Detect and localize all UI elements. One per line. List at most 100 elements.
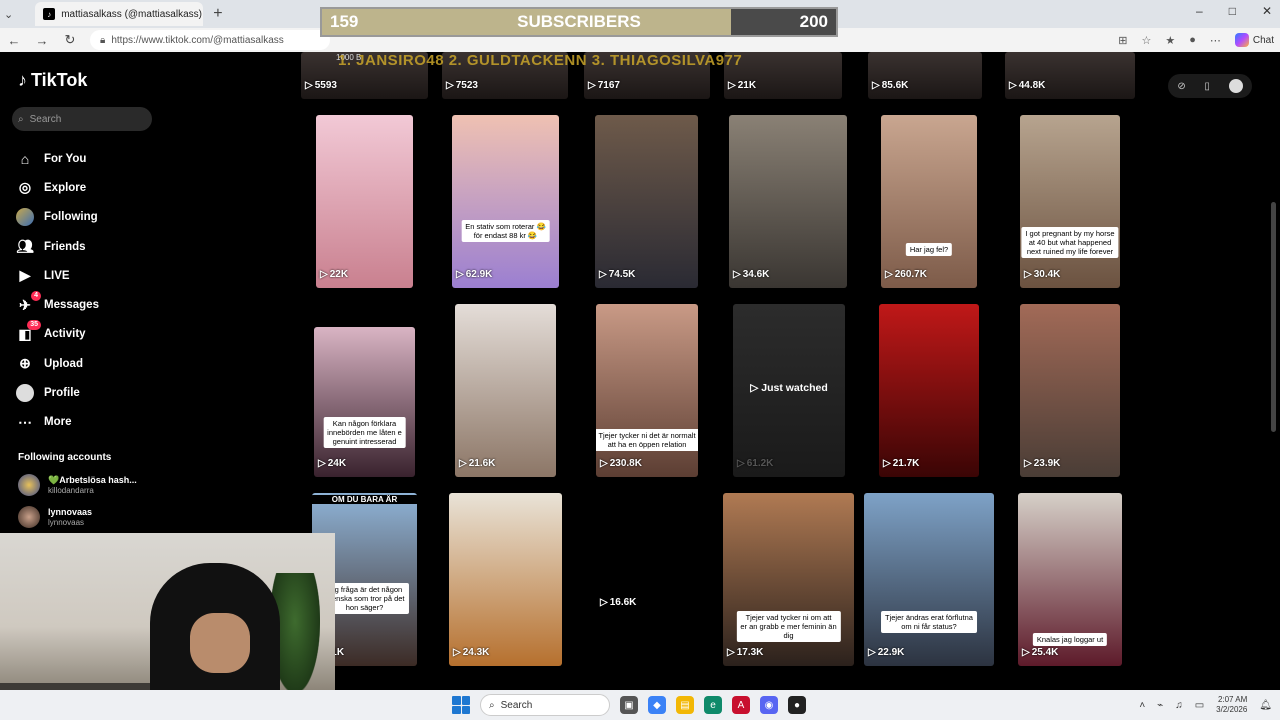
- minimize-button[interactable]: –: [1196, 4, 1203, 18]
- subscriber-goal-target: 200: [799, 12, 828, 31]
- discord-icon[interactable]: ◉: [760, 696, 778, 714]
- volume-icon[interactable]: ♫: [1175, 700, 1183, 711]
- window-controls: – □ ✕: [1196, 4, 1272, 18]
- video-thumbnail[interactable]: ▷ Just watched ▷ 61.2K: [733, 304, 845, 477]
- sidebar-item-following[interactable]: Following: [16, 203, 276, 232]
- video-thumbnail[interactable]: ▷ 16.6K: [596, 524, 699, 608]
- app-available-icon[interactable]: ⊞: [1118, 34, 1127, 47]
- sidebar-item-for-you[interactable]: ⌂ For You: [16, 144, 276, 173]
- sidebar-item-explore[interactable]: ◎ Explore: [16, 173, 276, 202]
- obs-icon[interactable]: ●: [788, 696, 806, 714]
- sidebar-item-label: Messages: [44, 299, 99, 312]
- favorites-icon[interactable]: ★: [1165, 34, 1175, 47]
- activity-icon: ◧ 35: [16, 320, 41, 343]
- file-explorer-icon[interactable]: ▤: [676, 696, 694, 714]
- video-thumbnail[interactable]: Tjejer tycker ni det är normalt att ha e…: [596, 304, 698, 477]
- battery-icon[interactable]: ▭: [1195, 700, 1204, 711]
- play-icon: ▷: [885, 269, 893, 280]
- video-thumbnail[interactable]: ▷ 44.8K: [1005, 52, 1135, 99]
- taskbar-search[interactable]: ⌕ Search: [480, 694, 610, 716]
- view-count: ▷ 23.9K: [1024, 458, 1060, 469]
- search-input[interactable]: ⌕ Search: [12, 107, 152, 131]
- back-button[interactable]: ←: [6, 33, 22, 48]
- video-thumbnail[interactable]: Har jag fel? ▷ 260.7K: [881, 115, 977, 288]
- maximize-button[interactable]: □: [1229, 4, 1236, 18]
- tray-chevron-icon[interactable]: ˄: [1139, 700, 1145, 711]
- following-avatar-icon: [16, 208, 34, 227]
- url-text: https://www.tiktok.com/@mattiasalkass: [111, 34, 284, 46]
- profile-avatar-icon: [16, 384, 34, 403]
- video-thumbnail[interactable]: ▷ 74.5K: [595, 115, 698, 288]
- edge-icon[interactable]: e: [704, 696, 722, 714]
- sidebar-item-label: Friends: [44, 240, 86, 253]
- sidebar-item-label: Activity: [44, 328, 86, 341]
- windows-taskbar: ⌕ Search ▣ ◆ ▤ e A ◉ ● ˄ ⌁ ♫ ▭ 2:07 AM 3…: [0, 690, 1280, 720]
- play-icon: ▷: [737, 458, 745, 469]
- video-thumbnail[interactable]: En stativ som roterar 😂 för endast 88 kr…: [452, 115, 559, 288]
- reload-button[interactable]: ↻: [62, 32, 78, 48]
- device-icon[interactable]: ▯: [1204, 81, 1210, 92]
- video-caption: Tjejer tycker ni det är normalt att ha e…: [596, 429, 698, 451]
- profile-avatar[interactable]: [1228, 79, 1243, 93]
- video-thumbnail[interactable]: ▷ 21.7K: [879, 304, 979, 477]
- network-icon[interactable]: ⌁: [1157, 700, 1163, 711]
- play-icon: ▷: [872, 80, 880, 91]
- sidebar-item-friends[interactable]: 👥︎ Friends: [16, 232, 276, 261]
- video-top-text: OM DU BARA ÄR: [312, 495, 417, 504]
- menu-dots-icon[interactable]: ⋯: [1210, 34, 1221, 47]
- copilot-app-icon[interactable]: ◆: [648, 696, 666, 714]
- view-count-value: 62.9K: [465, 269, 493, 280]
- video-thumbnail[interactable]: ▷ 23.9K: [1020, 304, 1120, 477]
- sidebar-item-messages[interactable]: ✈ 4 Messages: [16, 290, 276, 319]
- video-thumbnail[interactable]: ▷ 21.6K: [455, 304, 556, 477]
- sidebar-item-profile[interactable]: Profile: [16, 378, 276, 407]
- copilot-chat-button[interactable]: Chat: [1234, 33, 1274, 47]
- url-field[interactable]: 🔒︎ https://www.tiktok.com/@mattiasalkass: [90, 30, 330, 50]
- sidebar-item-label: Upload: [44, 357, 83, 370]
- video-thumbnail[interactable]: Tjejer vad tycker ni om att er an grabb …: [723, 493, 854, 666]
- view-count-value: 34.6K: [742, 269, 770, 280]
- video-thumbnail[interactable]: ▷ 24.3K: [449, 493, 562, 666]
- windows-start-icon[interactable]: [452, 696, 470, 714]
- just-watched-label: ▷ Just watched: [733, 382, 845, 394]
- search-icon: ⌕: [18, 113, 24, 125]
- video-thumbnail[interactable]: Kan någon förklara innebörden me låten e…: [314, 327, 415, 477]
- tab-list-chevron-icon[interactable]: ⌄: [4, 8, 13, 21]
- new-tab-button[interactable]: +: [213, 5, 222, 23]
- sidebar-item-activity[interactable]: ◧ 35 Activity: [16, 320, 276, 349]
- browser-tab[interactable]: ♪ mattiasalkass (@mattiasalkass) | Tik ✕: [35, 2, 204, 26]
- video-thumbnail[interactable]: Tjejer ändras erat förflutna om ni får s…: [864, 493, 994, 666]
- sidebar-item-more[interactable]: ⋯ More: [16, 408, 276, 437]
- following-account-item[interactable]: 💚Arbetslösa hash... killodandarra: [18, 474, 137, 496]
- play-icon: ▷: [1024, 458, 1032, 469]
- clock[interactable]: 2:07 AM 3/2/2026: [1216, 695, 1247, 715]
- video-thumbnail[interactable]: I got pregnant by my horse at 40 but wha…: [1020, 115, 1120, 288]
- view-count-value: 7523: [455, 80, 478, 91]
- video-caption: Knalas jag loggar ut: [1032, 633, 1108, 646]
- sidebar-item-live[interactable]: ▶ LIVE: [16, 261, 276, 290]
- friends-icon: 👥︎: [16, 238, 34, 255]
- video-thumbnail[interactable]: Knalas jag loggar ut ▷ 25.4K: [1018, 493, 1122, 666]
- task-view-icon[interactable]: ▣: [620, 696, 638, 714]
- page-scrollbar[interactable]: [1271, 202, 1276, 432]
- video-caption: Tjejer ändras erat förflutna om ni får s…: [881, 611, 977, 633]
- video-thumbnail[interactable]: ▷ 85.6K: [868, 52, 982, 99]
- play-icon: ▷: [883, 458, 891, 469]
- profile-icon[interactable]: ●: [1189, 34, 1196, 46]
- play-icon: ▷: [459, 458, 467, 469]
- favorite-star-icon[interactable]: ☆: [1141, 34, 1151, 47]
- acrobat-icon[interactable]: A: [732, 696, 750, 714]
- video-thumbnail[interactable]: ▷ 22K: [316, 115, 413, 288]
- tiktok-logo[interactable]: ♪ TikTok: [18, 70, 87, 91]
- search-placeholder: Search: [29, 113, 62, 125]
- notification-bell-icon[interactable]: 🔔︎: [1259, 700, 1272, 711]
- play-icon: ▷: [868, 647, 876, 658]
- following-account-item[interactable]: lynnovaas lynnovaas: [18, 506, 92, 528]
- video-thumbnail[interactable]: ▷ 34.6K: [729, 115, 847, 288]
- report-icon[interactable]: ⊘: [1177, 81, 1185, 92]
- close-window-button[interactable]: ✕: [1262, 4, 1272, 18]
- forward-button[interactable]: →: [34, 33, 50, 48]
- view-count: ▷ 5593: [305, 80, 337, 91]
- sidebar-item-upload[interactable]: ⊕ Upload: [16, 349, 276, 378]
- view-count-value: 21.6K: [468, 458, 496, 469]
